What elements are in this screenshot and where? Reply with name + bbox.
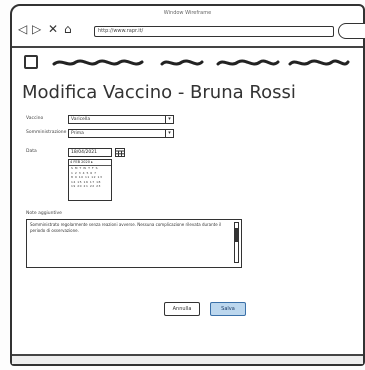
notes-label: Note aggiuntive (26, 211, 62, 216)
chevron-down-icon: ▾ (165, 130, 173, 137)
notes-textarea[interactable]: Somministrato regolarmente senza reazion… (26, 219, 242, 268)
vaccine-label: Vaccino (26, 116, 44, 121)
url-bar[interactable]: http://www.rapr.it/ (94, 26, 334, 37)
dose-select-value: Prima (71, 131, 84, 136)
dose-select[interactable]: Prima ▾ (68, 129, 174, 138)
window-title: Window Wireframe (163, 10, 212, 16)
search-field[interactable] (338, 23, 365, 39)
notes-text: Somministrato regolarmente senza reazion… (30, 222, 222, 233)
chevron-down-icon: ▾ (165, 116, 173, 123)
close-icon[interactable]: ✕ (48, 23, 58, 35)
date-picker-calendar[interactable]: 4 FEB 2020 ▸ S M T W T F S 1 2 3 4 5 6 7… (68, 159, 112, 201)
scrollbar-thumb[interactable] (235, 228, 238, 242)
page-title: Modifica Vaccino - Bruna Rossi (22, 82, 296, 103)
status-bar (12, 354, 363, 364)
redacted-heading-scribble (52, 59, 350, 66)
home-icon[interactable]: ⌂ (64, 23, 72, 35)
date-label: Data (26, 149, 37, 154)
calendar-row[interactable]: 19 20 21 22 23 (69, 184, 111, 189)
dose-label: Somministrazione (26, 130, 67, 135)
calendar-icon[interactable] (115, 147, 125, 157)
back-icon[interactable]: ◁ (18, 23, 27, 35)
vaccine-select[interactable]: Varicella ▾ (68, 115, 174, 124)
forward-icon[interactable]: ▷ (32, 23, 41, 35)
title-bar: Window Wireframe ◁ ▷ ✕ ⌂ http://www.rapr… (12, 6, 365, 48)
notes-scrollbar[interactable] (234, 222, 239, 263)
select-checkbox[interactable] (24, 55, 38, 69)
vaccine-select-value: Varicella (71, 117, 91, 122)
cancel-button[interactable]: Annulla (164, 302, 200, 316)
save-button[interactable]: Salva (210, 302, 246, 316)
date-input[interactable]: 18/04/2021 (68, 148, 112, 157)
